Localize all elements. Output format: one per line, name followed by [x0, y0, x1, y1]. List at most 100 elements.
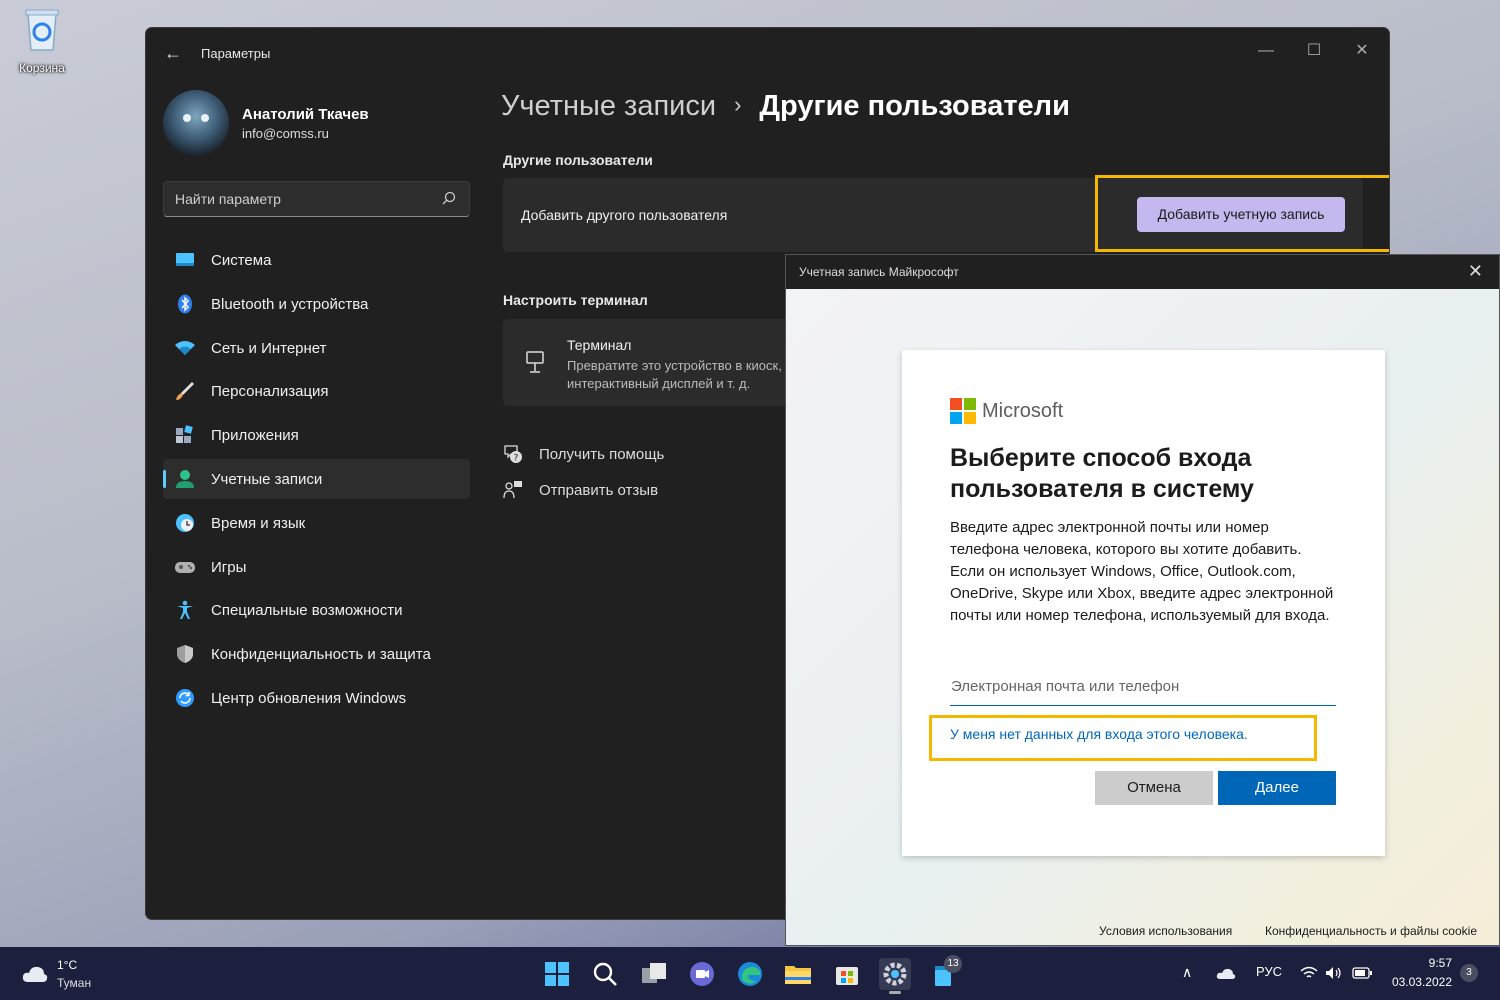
kiosk-description: Превратите это устройство в киоск, интер…	[567, 358, 782, 391]
terms-link[interactable]: Условия использования	[1099, 924, 1232, 938]
email-or-phone-field[interactable]: Электронная почта или телефон	[950, 674, 1336, 706]
sidebar-item-label: Конфиденциальность и защита	[211, 646, 431, 664]
clock-date[interactable]: 03.03.2022	[1392, 975, 1452, 989]
weather-temperature: 1°C	[57, 958, 78, 972]
weather-description: Туман	[57, 976, 92, 990]
breadcrumb-parent[interactable]: Учетные записи	[501, 90, 716, 122]
page-title: Другие пользователи	[759, 90, 1070, 122]
sidebar-item-label: Учетные записи	[211, 470, 323, 488]
recycle-bin-label: Корзина	[19, 61, 65, 75]
search-input[interactable]: Найти параметр	[175, 191, 281, 207]
settings-app-button[interactable]	[879, 958, 911, 994]
highlight-frame	[929, 715, 1317, 761]
accessibility-icon	[177, 601, 193, 620]
sidebar-nav: Система Bluetooth и устройства Сеть и Ин…	[163, 240, 470, 722]
sidebar-item-bluetooth[interactable]: Bluetooth и устройства	[163, 284, 470, 324]
active-indicator	[889, 991, 901, 994]
profile-email: info@comss.ru	[242, 126, 329, 141]
battery-icon[interactable]	[1352, 967, 1372, 979]
sidebar-item-privacy[interactable]: Конфиденциальность и защита	[163, 634, 470, 674]
sidebar-item-accounts[interactable]: Учетные записи	[163, 458, 470, 499]
wifi-icon[interactable]	[1300, 966, 1318, 980]
bluetooth-icon	[178, 294, 192, 314]
sidebar-item-label: Система	[211, 252, 272, 269]
store-button[interactable]	[831, 958, 863, 990]
onedrive-icon[interactable]	[1216, 967, 1236, 979]
help-icon: ?	[504, 445, 522, 464]
sign-in-card: Microsoft Выберите способ входа пользова…	[902, 350, 1385, 856]
edge-icon	[738, 962, 762, 986]
chat-button[interactable]	[686, 958, 718, 990]
taskbar: 1°C Туман 13 ∧ РУС 9:57 03.03.2022 3	[0, 947, 1500, 1000]
kiosk-icon	[526, 351, 544, 373]
language-indicator[interactable]: РУС	[1256, 964, 1282, 979]
title-bar: ← Параметры — ☐ ✕	[146, 28, 1389, 80]
brush-icon	[176, 382, 194, 401]
notification-badge[interactable]: 3	[1460, 964, 1478, 982]
microsoft-logo-icon	[950, 398, 976, 424]
sidebar-item-label: Специальные возможности	[211, 602, 403, 620]
search-icon	[442, 191, 456, 205]
sidebar-item-system[interactable]: Система	[163, 240, 470, 280]
settings-icon	[883, 962, 907, 986]
sidebar-item-label: Приложения	[211, 427, 299, 445]
sidebar-item-label: Bluetooth и устройства	[211, 295, 369, 313]
start-icon	[545, 962, 569, 986]
dialog-description: Введите адрес электронной почты или номе…	[950, 519, 1334, 624]
cancel-button[interactable]: Отмена	[1095, 771, 1213, 805]
start-button[interactable]	[541, 958, 573, 990]
kiosk-section-title: Настроить терминал	[503, 292, 648, 308]
chat-icon	[690, 962, 714, 986]
edge-button[interactable]	[734, 958, 766, 990]
app-title: Параметры	[201, 46, 271, 61]
send-feedback-label: Отправить отзыв	[539, 482, 659, 499]
microsoft-brand: Microsoft	[982, 400, 1064, 422]
apps-icon	[176, 425, 193, 444]
task-view-icon	[642, 963, 666, 983]
dialog-heading: Выберите способ входа пользователя в сис…	[950, 444, 1254, 503]
sidebar-item-label: Центр обновления Windows	[211, 689, 407, 707]
sidebar-item-time-language[interactable]: Время и язык	[163, 503, 470, 543]
sidebar-item-apps[interactable]: Приложения	[163, 415, 470, 455]
minimize-button[interactable]: —	[1243, 36, 1289, 66]
system-icon	[176, 253, 194, 266]
recycle-bin-icon	[25, 9, 59, 51]
shield-icon	[177, 645, 193, 664]
sidebar-item-label: Сеть и Интернет	[211, 339, 327, 357]
search-box[interactable]: Найти параметр	[163, 181, 470, 217]
gamepad-icon	[175, 561, 195, 573]
next-button[interactable]: Далее	[1218, 771, 1336, 805]
notes-badge: 13	[944, 955, 962, 973]
privacy-link[interactable]: Конфиденциальность и файлы cookie	[1265, 924, 1477, 938]
cloud-icon	[22, 966, 48, 982]
account-icon	[176, 469, 194, 488]
clock-globe-icon	[176, 513, 194, 532]
back-arrow-icon[interactable]: ←	[164, 43, 182, 64]
other-users-section-title: Другие пользователи	[503, 152, 653, 168]
sidebar-item-windows-update[interactable]: Центр обновления Windows	[163, 678, 470, 718]
dialog-title: Учетная запись Майкрософт	[799, 265, 959, 279]
clock-time[interactable]: 9:57	[1429, 956, 1452, 970]
volume-icon[interactable]	[1325, 966, 1343, 980]
close-button[interactable]: ✕	[1339, 36, 1385, 66]
task-view-button[interactable]	[638, 958, 670, 990]
taskbar-search-button[interactable]	[589, 958, 621, 990]
email-placeholder: Электронная почта или телефон	[951, 678, 1180, 695]
sidebar-item-network[interactable]: Сеть и Интернет	[163, 328, 470, 368]
add-user-label: Добавить другого пользователя	[521, 207, 728, 223]
breadcrumb-separator: ›	[734, 92, 742, 117]
sidebar-item-personalization[interactable]: Персонализация	[163, 371, 470, 411]
svg-text:?: ?	[514, 454, 519, 464]
store-icon	[836, 967, 858, 985]
file-explorer-button[interactable]	[782, 958, 814, 990]
maximize-button[interactable]: ☐	[1291, 36, 1337, 66]
recycle-bin[interactable]: Корзина	[8, 6, 76, 75]
show-hidden-icons[interactable]: ∧	[1182, 964, 1192, 981]
highlight-frame	[1095, 175, 1389, 252]
feedback-icon	[503, 481, 522, 499]
update-icon	[176, 688, 194, 707]
sidebar-item-label: Игры	[211, 558, 247, 576]
sidebar-item-gaming[interactable]: Игры	[163, 547, 470, 587]
sidebar-item-accessibility[interactable]: Специальные возможности	[163, 590, 470, 630]
dialog-close-icon[interactable]: ✕	[1468, 261, 1483, 282]
